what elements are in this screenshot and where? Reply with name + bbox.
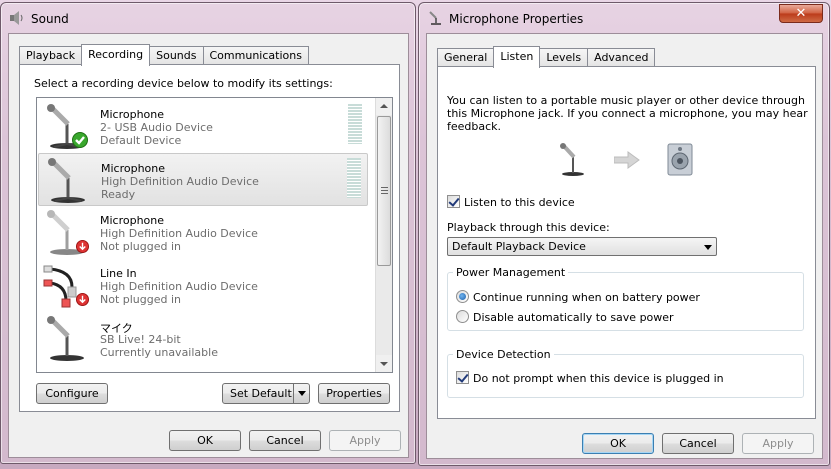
- list-item[interactable]: Microphone High Definition Audio Device …: [38, 153, 368, 206]
- microphone-icon: [429, 11, 441, 25]
- microphone-icon: [47, 316, 84, 361]
- power-management-label: Power Management: [453, 266, 569, 279]
- device-name: Microphone: [100, 214, 165, 227]
- do-not-prompt-label[interactable]: Do not prompt when this device is plugge…: [473, 372, 724, 385]
- properties-button[interactable]: Properties: [318, 383, 390, 404]
- device-list[interactable]: Microphone 2- USB Audio Device Default D…: [36, 97, 393, 373]
- listen-description-line3: feedback.: [447, 120, 502, 133]
- level-meter: [348, 104, 362, 144]
- listen-description-line2: this Microphone jack. If you connect a m…: [447, 107, 808, 120]
- device-description: High Definition Audio Device: [100, 280, 258, 293]
- sound-client-area: Playback Recording Sounds Communications…: [8, 33, 409, 458]
- continue-running-label[interactable]: Continue running when on battery power: [473, 291, 700, 304]
- listen-checkbox[interactable]: [447, 195, 460, 208]
- recording-instruction: Select a recording device below to modif…: [34, 77, 333, 90]
- mic-titlebar[interactable]: Microphone Properties ✕: [419, 3, 829, 31]
- speaker-icon: [667, 143, 693, 176]
- level-meter: [347, 158, 361, 198]
- list-item[interactable]: Line In High Definition Audio Device Not…: [38, 259, 368, 312]
- device-status: Ready: [101, 188, 136, 201]
- disable-automatically-radio[interactable]: [456, 310, 469, 323]
- unplugged-icon: [76, 240, 89, 253]
- playback-device-value: Default Playback Device: [452, 240, 586, 253]
- tab-recording[interactable]: Recording: [81, 44, 151, 66]
- microphone-icon: [48, 158, 85, 203]
- tab-listen[interactable]: Listen: [493, 46, 541, 68]
- sound-window-title: Sound: [31, 12, 69, 26]
- scroll-thumb[interactable]: [377, 116, 391, 266]
- tab-general[interactable]: General: [437, 48, 495, 67]
- arrow-right-icon: [614, 151, 640, 169]
- listen-panel: You can listen to a portable music playe…: [437, 66, 816, 419]
- sound-window: Sound Playback Recording Sounds Communic…: [0, 2, 416, 464]
- playback-through-label: Playback through this device:: [447, 221, 610, 234]
- scroll-up-arrow-icon[interactable]: [376, 98, 392, 115]
- device-description: High Definition Audio Device: [101, 175, 259, 188]
- list-item[interactable]: マイク SB Live! 24-bit Currently unavailabl…: [38, 312, 368, 365]
- ok-button[interactable]: OK: [169, 430, 241, 451]
- scroll-down-arrow-icon[interactable]: [376, 355, 392, 372]
- device-status: Not plugged in: [100, 240, 182, 253]
- sound-tab-strip: Playback Recording Sounds Communications: [19, 44, 309, 66]
- device-name: Microphone: [101, 162, 166, 175]
- playback-device-select[interactable]: Default Playback Device: [447, 237, 717, 256]
- device-name: Microphone: [100, 108, 165, 121]
- listen-checkbox-label[interactable]: Listen to this device: [464, 196, 575, 209]
- check-icon: [72, 132, 88, 148]
- ok-button[interactable]: OK: [582, 433, 654, 454]
- device-status: Currently unavailable: [100, 346, 218, 359]
- cancel-button[interactable]: Cancel: [249, 430, 321, 451]
- tab-playback[interactable]: Playback: [19, 46, 83, 65]
- device-name: Line In: [100, 267, 137, 280]
- device-status: Default Device: [100, 134, 182, 147]
- tab-advanced[interactable]: Advanced: [587, 48, 656, 67]
- list-item[interactable]: Microphone 2- USB Audio Device Default D…: [38, 100, 368, 153]
- disable-automatically-label[interactable]: Disable automatically to save power: [473, 311, 674, 324]
- mic-tab-strip: General Listen Levels Advanced: [437, 46, 656, 68]
- device-detection-label: Device Detection: [453, 348, 554, 361]
- tab-sounds[interactable]: Sounds: [149, 46, 204, 65]
- device-status: Not plugged in: [100, 293, 182, 306]
- device-description: High Definition Audio Device: [100, 227, 258, 240]
- listen-description-line1: You can listen to a portable music playe…: [447, 94, 805, 107]
- close-button[interactable]: ✕: [779, 4, 823, 23]
- set-default-dropdown-icon[interactable]: [293, 384, 309, 403]
- tab-levels[interactable]: Levels: [539, 48, 589, 67]
- list-item[interactable]: Microphone High Definition Audio Device …: [38, 206, 368, 259]
- sound-titlebar[interactable]: Sound: [1, 3, 415, 31]
- speaker-icon: [10, 11, 23, 25]
- mic-properties-window: Microphone Properties ✕ General Listen L…: [418, 2, 830, 466]
- grip-icon: [381, 187, 388, 195]
- recording-panel: Select a recording device below to modif…: [19, 64, 400, 412]
- apply-button[interactable]: Apply: [329, 430, 401, 451]
- mic-client-area: General Listen Levels Advanced You can l…: [426, 33, 823, 459]
- device-description: SB Live! 24-bit: [100, 333, 181, 346]
- microphone-icon: [560, 143, 584, 176]
- device-description: 2- USB Audio Device: [100, 121, 213, 134]
- continue-running-radio[interactable]: [456, 290, 469, 303]
- tab-communications[interactable]: Communications: [202, 46, 309, 65]
- configure-button[interactable]: Configure: [36, 383, 108, 404]
- unplugged-icon: [76, 293, 89, 306]
- set-default-button[interactable]: Set Default: [222, 383, 310, 404]
- do-not-prompt-checkbox[interactable]: [456, 371, 469, 384]
- set-default-label: Set Default: [230, 387, 292, 400]
- mic-window-title: Microphone Properties: [449, 12, 584, 26]
- apply-button[interactable]: Apply: [742, 433, 814, 454]
- cancel-button[interactable]: Cancel: [662, 433, 734, 454]
- chevron-down-icon: [704, 245, 712, 250]
- device-list-scrollbar[interactable]: [375, 98, 392, 372]
